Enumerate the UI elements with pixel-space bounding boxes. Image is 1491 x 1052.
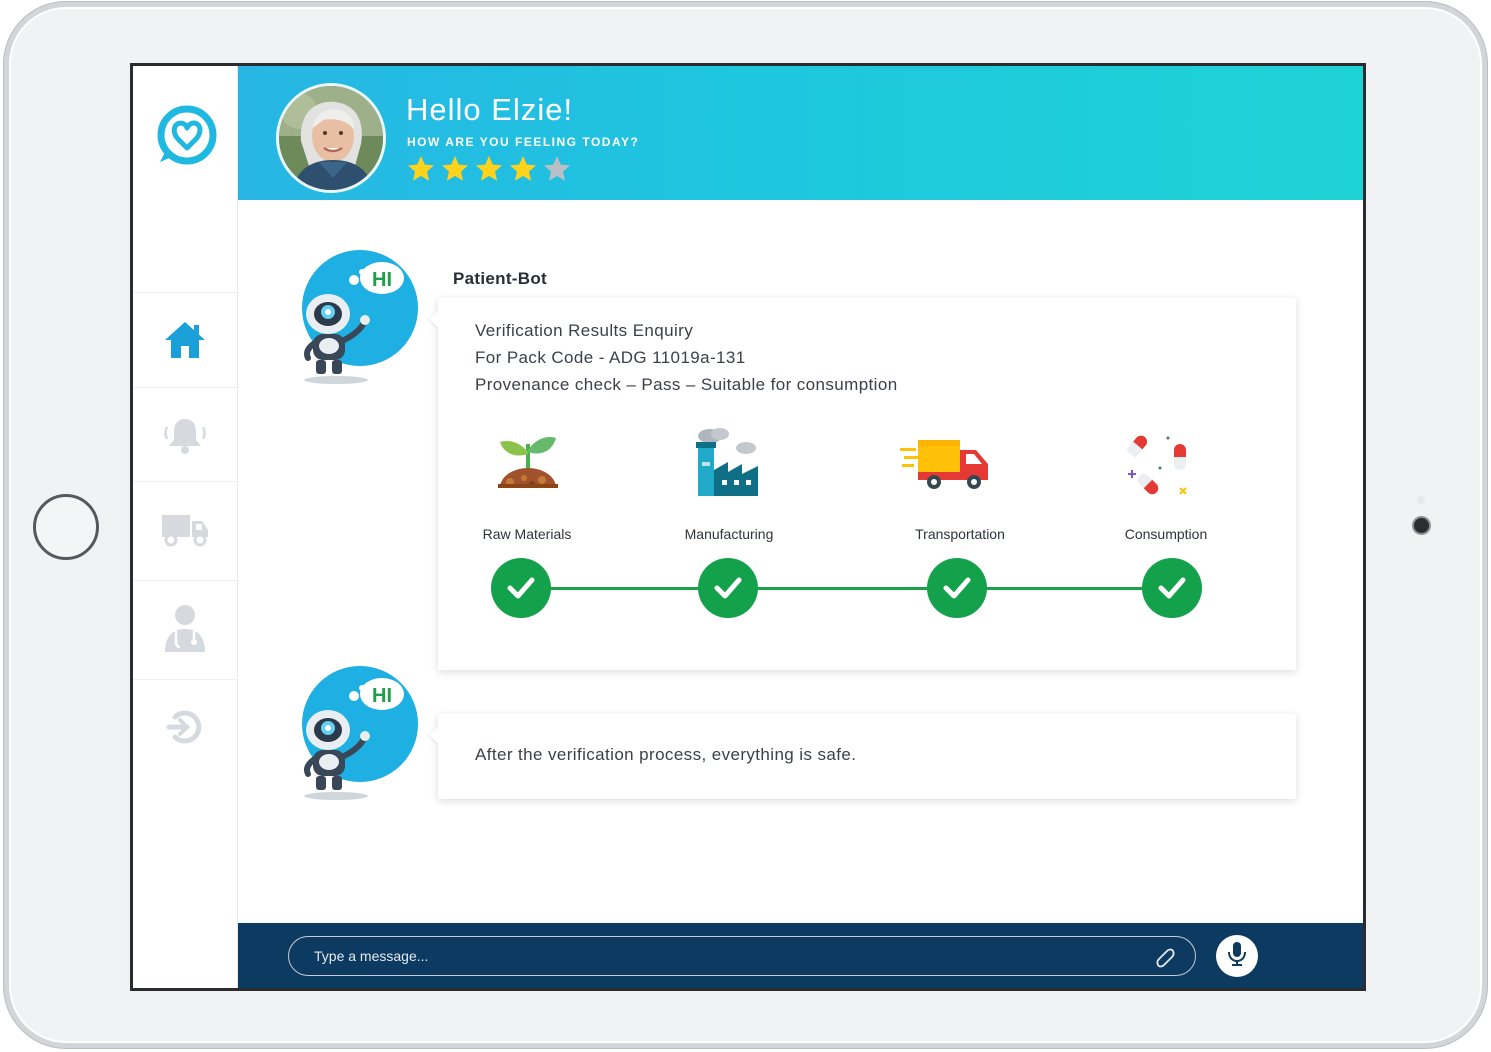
check-icon xyxy=(1142,558,1202,618)
bot-hi-text: HI xyxy=(372,269,392,291)
truck-icon xyxy=(160,510,210,548)
message-composer: Type a message... xyxy=(238,923,1363,988)
check-icon xyxy=(491,558,551,618)
tablet-sensor xyxy=(1417,496,1425,504)
bot-hi-text: HI xyxy=(372,685,392,707)
user-avatar[interactable] xyxy=(276,83,386,193)
bot-avatar: HI xyxy=(298,662,422,800)
pills-icon xyxy=(1118,428,1198,508)
check-icon xyxy=(698,558,758,618)
sidebar-item-home[interactable] xyxy=(133,292,237,387)
microphone-icon xyxy=(1227,941,1247,972)
stage-label-manufacturing: Manufacturing xyxy=(684,526,774,542)
message-line: Verification Results Enquiry xyxy=(475,321,694,340)
tablet-camera xyxy=(1414,518,1429,533)
verification-message: Verification Results Enquiry For Pack Co… xyxy=(438,298,1296,670)
star-filled-icon[interactable] xyxy=(406,154,436,184)
message-line: Provenance check – Pass – Suitable for c… xyxy=(475,375,898,394)
stage-label-transportation: Transportation xyxy=(915,526,1005,542)
star-filled-icon[interactable] xyxy=(474,154,504,184)
bell-icon xyxy=(162,415,208,455)
bot-name: Patient-Bot xyxy=(453,269,547,288)
plant-icon xyxy=(488,426,568,506)
paperclip-icon[interactable] xyxy=(1153,945,1177,969)
progress-connector xyxy=(756,587,930,590)
sidebar-item-delivery[interactable] xyxy=(133,481,237,576)
bot-avatar: HI xyxy=(298,246,422,384)
safety-message: After the verification process, everythi… xyxy=(438,714,1296,799)
sidebar-item-doctor[interactable] xyxy=(133,580,237,675)
logout-icon xyxy=(165,707,205,747)
message-line: For Pack Code - ADG 11019a-131 xyxy=(475,348,746,367)
tablet-home-button[interactable] xyxy=(33,494,99,560)
progress-connector xyxy=(986,587,1146,590)
factory-icon xyxy=(688,422,768,502)
sidebar xyxy=(133,66,238,988)
stage-label-consumption: Consumption xyxy=(1124,526,1208,542)
app-screen: Hello Elzie! HOW ARE YOU FEELING TODAY? … xyxy=(130,63,1366,991)
star-filled-icon[interactable] xyxy=(440,154,470,184)
delivery-truck-icon xyxy=(900,428,988,508)
star-filled-icon[interactable] xyxy=(508,154,538,184)
home-icon xyxy=(163,319,207,361)
stage-label-raw-materials: Raw Materials xyxy=(482,526,572,542)
app-logo-icon[interactable] xyxy=(156,104,218,166)
header: Hello Elzie! HOW ARE YOU FEELING TODAY? xyxy=(238,66,1363,200)
message-text: After the verification process, everythi… xyxy=(475,745,857,764)
microphone-button[interactable] xyxy=(1216,935,1258,977)
greeting-title: Hello Elzie! xyxy=(406,92,574,127)
chat-area: HI Patient-Bot Verification Results Enqu… xyxy=(238,200,1363,923)
doctor-icon xyxy=(161,602,209,654)
feeling-prompt: HOW ARE YOU FEELING TODAY? xyxy=(407,135,640,149)
message-input[interactable]: Type a message... xyxy=(288,936,1196,976)
sidebar-item-notifications[interactable] xyxy=(133,387,237,482)
progress-connector xyxy=(550,587,700,590)
message-placeholder: Type a message... xyxy=(314,948,429,964)
sidebar-item-logout[interactable] xyxy=(133,679,237,774)
check-icon xyxy=(927,558,987,618)
feeling-rating[interactable] xyxy=(406,154,572,184)
star-empty-icon[interactable] xyxy=(542,154,572,184)
